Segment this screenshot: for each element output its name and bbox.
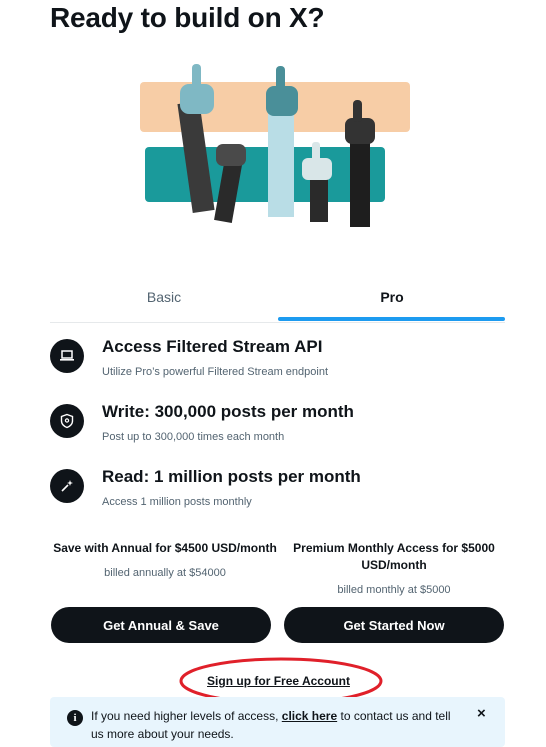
banner-message: If you need higher levels of access, cli… [91, 707, 461, 743]
feature-write: Write: 300,000 posts per month Post up t… [50, 402, 505, 458]
tab-pro[interactable]: Pro [278, 278, 506, 320]
free-account-link[interactable]: Sign up for Free Account [180, 674, 377, 688]
contact-link[interactable]: click here [282, 709, 337, 723]
feature-description: Utilize Pro’s powerful Filtered Stream e… [102, 366, 329, 378]
plan-title: Premium Monthly Access for $5000 USD/mon… [293, 541, 495, 572]
plan-billing: billed annually at $54000 [104, 567, 226, 579]
get-annual-button[interactable]: Get Annual & Save [51, 607, 271, 643]
feature-read: Read: 1 million posts per month Access 1… [50, 467, 505, 523]
feature-description: Post up to 300,000 times each month [102, 431, 285, 443]
plan-tabs: Basic Pro [50, 278, 505, 323]
feature-description: Access 1 million posts monthly [102, 496, 252, 508]
sparkle-icon [50, 469, 84, 503]
feature-title: Write: 300,000 posts per month [102, 402, 354, 421]
plan-title: Save with Annual for $4500 USD/month [53, 541, 277, 555]
contact-banner: i If you need higher levels of access, c… [50, 697, 505, 747]
active-tab-indicator [278, 317, 505, 321]
get-started-button[interactable]: Get Started Now [284, 607, 504, 643]
feature-title: Access Filtered Stream API [102, 337, 323, 356]
banner-text: If you need higher levels of access, [91, 709, 282, 723]
plan-monthly: Premium Monthly Access for $5000 USD/mon… [279, 540, 509, 596]
info-icon: i [67, 710, 83, 726]
close-icon[interactable]: × [477, 705, 486, 722]
feature-filtered-stream: Access Filtered Stream API Utilize Pro’s… [50, 337, 505, 393]
tab-basic[interactable]: Basic [50, 278, 278, 320]
plan-annual: Save with Annual for $4500 USD/month bil… [50, 540, 280, 579]
laptop-icon [50, 339, 84, 373]
feature-title: Read: 1 million posts per month [102, 467, 361, 486]
shield-icon [50, 404, 84, 438]
page-title: Ready to build on X? [50, 2, 325, 33]
hero-illustration [140, 64, 410, 227]
plan-billing: billed monthly at $5000 [337, 584, 451, 596]
